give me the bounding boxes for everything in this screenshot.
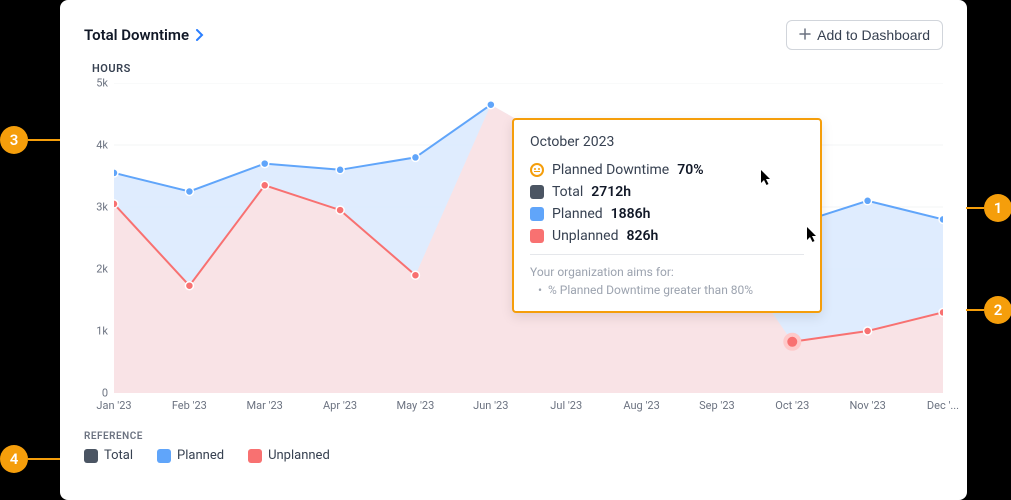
legend-heading: REFERENCE xyxy=(84,431,943,442)
face-neutral-icon xyxy=(530,163,544,177)
tooltip-pct-label: Planned Downtime xyxy=(552,162,669,178)
callout-3: 3 xyxy=(0,126,60,154)
title-link[interactable]: Total Downtime xyxy=(84,26,205,45)
tooltip-planned-label: Planned xyxy=(552,206,603,222)
chart-card: Total Downtime Add to Dashboard HOURS 5k… xyxy=(60,0,967,500)
x-tick: Sep '23 xyxy=(699,399,735,412)
x-tick: Jul '23 xyxy=(550,399,582,412)
cursor-icon xyxy=(761,170,773,186)
y-tick: 5k xyxy=(96,77,108,90)
tooltip-total-value: 2712h xyxy=(591,184,631,200)
card-title: Total Downtime xyxy=(84,26,189,44)
callout-2: 2 xyxy=(966,296,1011,324)
plot-area[interactable]: October 2023 Planned Downtime 70% Total … xyxy=(114,83,943,393)
x-tick: Dec '... xyxy=(927,399,959,412)
x-tick: Oct '23 xyxy=(775,399,809,412)
tooltip-pct-value: 70% xyxy=(677,162,703,178)
cursor-icon xyxy=(807,227,819,243)
tooltip-planned-value: 1886h xyxy=(611,206,651,222)
callout-number: 3 xyxy=(0,126,28,154)
swatch-planned xyxy=(157,449,171,463)
legend-item-total[interactable]: Total xyxy=(84,448,133,463)
plus-icon xyxy=(799,27,811,43)
tooltip-unplanned-label: Unplanned xyxy=(552,228,618,244)
legend-label: Total xyxy=(104,448,133,463)
chevron-right-icon xyxy=(195,26,205,45)
x-tick: Jun '23 xyxy=(473,399,508,412)
swatch-unplanned xyxy=(530,229,544,243)
tooltip-aim-item: % Planned Downtime greater than 80% xyxy=(530,283,804,297)
legend-label: Unplanned xyxy=(268,448,330,463)
y-tick: 2k xyxy=(96,263,108,276)
swatch-total xyxy=(530,185,544,199)
add-button-label: Add to Dashboard xyxy=(817,27,930,43)
x-tick: Aug '23 xyxy=(623,399,659,412)
swatch-total xyxy=(84,449,98,463)
y-axis-title: HOURS xyxy=(92,62,943,75)
x-axis-labels: Jan '23 Feb '23 Mar '23 Apr '23 May '23 … xyxy=(114,399,943,423)
swatch-unplanned xyxy=(248,449,262,463)
x-tick: May '23 xyxy=(397,399,435,412)
x-tick: Nov '23 xyxy=(849,399,885,412)
tooltip-title: October 2023 xyxy=(530,134,804,150)
tooltip-divider xyxy=(530,254,804,255)
legend: REFERENCE Total Planned Unplanned xyxy=(84,431,943,463)
callout-4: 4 xyxy=(0,445,60,473)
tooltip-total-label: Total xyxy=(552,184,583,200)
card-header: Total Downtime Add to Dashboard xyxy=(84,20,943,50)
y-tick: 1k xyxy=(96,325,108,338)
chart-area: 5k 4k 3k 2k 1k 0 xyxy=(84,83,943,423)
callout-number: 1 xyxy=(984,194,1011,222)
add-to-dashboard-button[interactable]: Add to Dashboard xyxy=(786,20,943,50)
legend-item-planned[interactable]: Planned xyxy=(157,448,224,463)
x-tick: Mar '23 xyxy=(247,399,283,412)
callout-number: 2 xyxy=(984,296,1011,324)
x-tick: Apr '23 xyxy=(323,399,357,412)
chart-tooltip: October 2023 Planned Downtime 70% Total … xyxy=(512,118,822,313)
legend-label: Planned xyxy=(177,448,224,463)
legend-item-unplanned[interactable]: Unplanned xyxy=(248,448,330,463)
y-tick: 3k xyxy=(96,201,108,214)
tooltip-aim-intro: Your organization aims for: xyxy=(530,265,804,279)
swatch-planned xyxy=(530,207,544,221)
tooltip-unplanned-value: 826h xyxy=(626,228,658,244)
callout-1: 1 xyxy=(966,194,1011,222)
x-tick: Jan '23 xyxy=(96,399,131,412)
y-tick: 0 xyxy=(102,387,108,400)
x-tick: Feb '23 xyxy=(172,399,207,412)
y-axis-labels: 5k 4k 3k 2k 1k 0 xyxy=(84,83,112,393)
callout-number: 4 xyxy=(0,445,28,473)
y-tick: 4k xyxy=(96,139,108,152)
